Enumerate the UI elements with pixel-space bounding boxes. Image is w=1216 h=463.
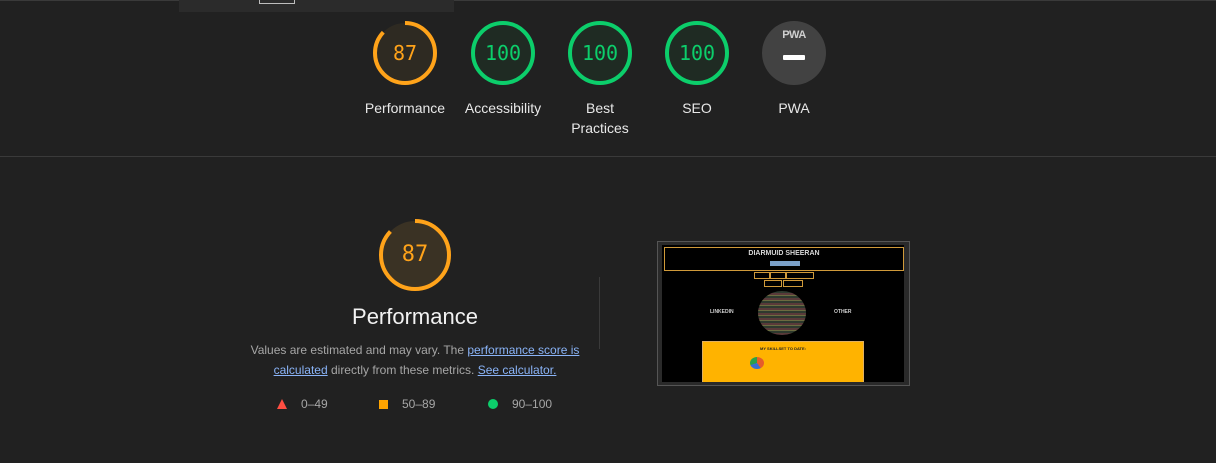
top-tab-overlay <box>179 0 454 12</box>
profile-photo <box>758 291 806 335</box>
section-divider <box>0 156 1216 157</box>
legend-item-fail: 0–49 <box>277 397 328 411</box>
red-triangle-icon <box>277 399 287 409</box>
legend-item-average: 50–89 <box>379 397 435 411</box>
skills-pie-chart <box>750 357 764 369</box>
tab-marker <box>259 0 295 4</box>
legend-range: 90–100 <box>512 397 553 411</box>
legend-item-pass: 90–100 <box>488 397 552 411</box>
gauge-accessibility[interactable]: 100 Accessibility <box>454 20 552 118</box>
site-left-link: LINKEDIN <box>710 309 734 315</box>
gauge-pwa[interactable]: PWA PWA <box>745 20 843 118</box>
site-right-link: OTHER <box>834 309 852 315</box>
desc-text: Values are estimated and may vary. The <box>250 343 468 357</box>
pwa-badge-text: PWA <box>782 29 806 41</box>
gauge-label: Best Practices <box>571 100 629 136</box>
screenshot-image: DIARMUID SHEERAN LINKEDIN OTHER MY SKILL… <box>662 245 904 382</box>
gauge-seo[interactable]: 100 SEO <box>648 20 746 118</box>
gauge-label: Performance <box>364 100 446 116</box>
social-icons <box>770 261 800 266</box>
desc-text: directly from these metrics. <box>327 363 478 377</box>
site-nav-pill <box>764 280 782 287</box>
gauge-ring: 87 <box>372 20 438 86</box>
see-calculator-link[interactable]: See calculator. <box>478 363 557 377</box>
performance-title: Performance <box>352 304 478 329</box>
gauge-score: 100 <box>581 41 619 65</box>
gauge-performance[interactable]: 87 Performance <box>356 20 454 118</box>
site-nav-pill <box>783 280 803 287</box>
site-nav-pill <box>770 272 786 279</box>
site-nav-pill <box>786 272 814 279</box>
gauge-ring: 100 <box>470 20 536 86</box>
final-screenshot-thumbnail[interactable]: DIARMUID SHEERAN LINKEDIN OTHER MY SKILL… <box>657 241 910 386</box>
orange-square-icon <box>379 399 388 409</box>
gauge-ring: 100 <box>567 20 633 86</box>
site-nav-pill <box>754 272 770 279</box>
site-title: DIARMUID SHEERAN <box>748 250 820 257</box>
vertical-separator <box>599 277 600 349</box>
pwa-badge: PWA <box>762 21 826 85</box>
skills-panel-title: MY SKILLSET TO DATE: <box>759 346 806 351</box>
performance-score: 87 <box>401 242 429 267</box>
green-circle-icon <box>488 399 498 409</box>
gauge-ring: 100 <box>664 20 730 86</box>
gauge-score: 100 <box>678 41 716 65</box>
gauge-label: Accessibility <box>464 100 542 116</box>
gauge-score: 100 <box>484 41 522 65</box>
gauge-best-practices[interactable]: 100 Best Practices <box>551 20 649 138</box>
legend-range: 50–89 <box>402 397 436 411</box>
legend-range: 0–49 <box>301 397 328 411</box>
pwa-dash-icon <box>783 55 805 60</box>
category-gauges: 87 Performance 100 Accessibility 100 Bes… <box>0 20 1216 150</box>
gauge-label: SEO <box>682 100 712 116</box>
gauge-score: 87 <box>392 41 418 65</box>
gauge-label: PWA <box>778 100 810 116</box>
performance-gauge-large: 87 <box>378 218 452 292</box>
site-header: DIARMUID SHEERAN <box>664 247 904 271</box>
score-legend: 0–49 50–89 90–100 <box>0 397 1216 413</box>
skills-panel: MY SKILLSET TO DATE: <box>702 341 864 382</box>
performance-description: Values are estimated and may vary. The p… <box>248 340 582 380</box>
